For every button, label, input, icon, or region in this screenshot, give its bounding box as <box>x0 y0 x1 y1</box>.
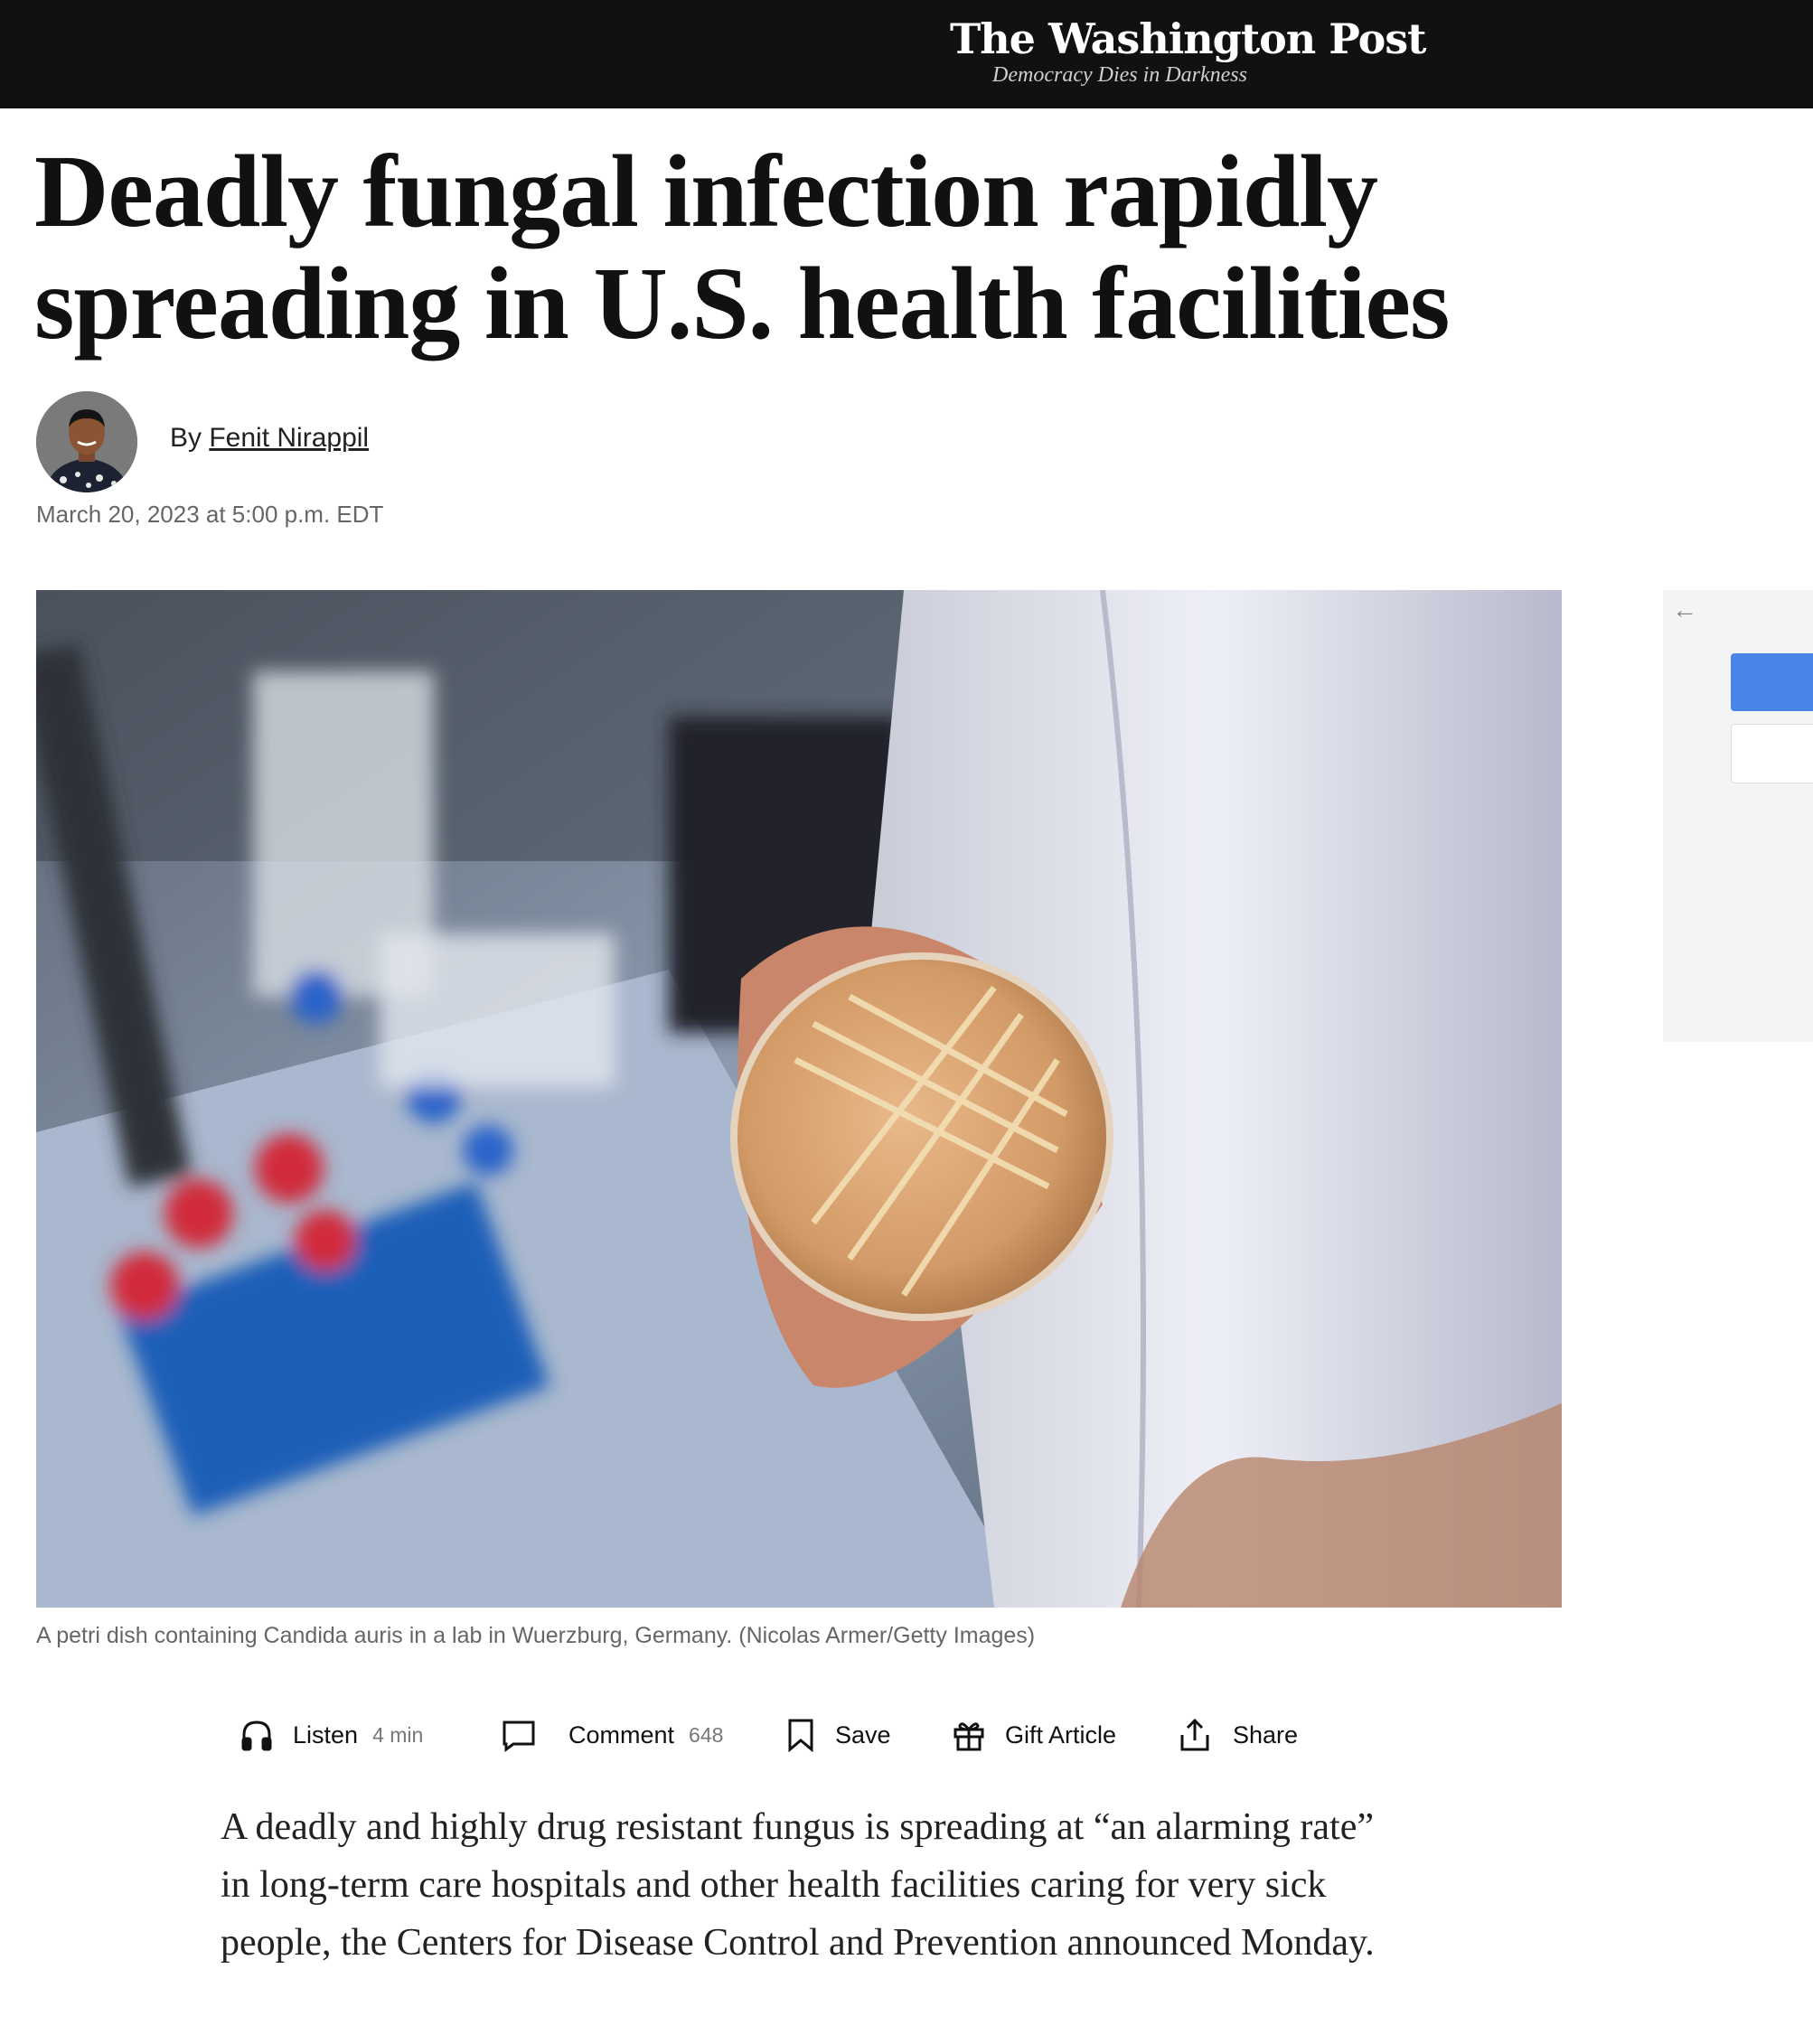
save-label: Save <box>835 1721 891 1749</box>
share-icon <box>1177 1717 1213 1753</box>
comment-icon <box>501 1717 537 1753</box>
bookmark-icon <box>784 1717 817 1753</box>
masthead-tagline: Democracy Dies in Darkness <box>992 63 1247 87</box>
hero-image <box>36 590 1562 1608</box>
side-panel-primary-button[interactable] <box>1731 653 1813 711</box>
listen-label: Listen <box>293 1721 359 1749</box>
side-panel-secondary-button[interactable] <box>1731 724 1813 783</box>
comment-button[interactable]: Comment 648 <box>501 1712 723 1758</box>
comment-count: 648 <box>689 1722 724 1747</box>
headphones-icon <box>239 1717 275 1753</box>
article-headline: Deadly fungal infection rapidly spreadin… <box>34 134 1450 361</box>
masthead[interactable]: The Washington Post Democracy Dies in Da… <box>950 13 1426 87</box>
byline-prefix: By <box>170 423 202 453</box>
gift-article-button[interactable]: Gift Article <box>951 1712 1116 1758</box>
share-button[interactable]: Share <box>1177 1712 1298 1758</box>
image-caption: A petri dish containing Candida auris in… <box>36 1623 1036 1648</box>
author-link[interactable]: Fenit Nirappil <box>209 423 369 453</box>
top-bar: The Washington Post Democracy Dies in Da… <box>0 0 1813 108</box>
comment-label: Comment <box>568 1721 675 1749</box>
listen-button[interactable]: Listen 4 min <box>239 1712 423 1758</box>
washington-post-logo[interactable]: The Washington Post <box>950 13 1426 65</box>
byline: By Fenit Nirappil <box>170 423 369 454</box>
arrow-left-icon[interactable]: ← <box>1672 595 1697 624</box>
gift-article-label: Gift Article <box>1005 1721 1117 1749</box>
share-label: Share <box>1233 1721 1299 1749</box>
side-panel: ← <box>1663 590 1813 1042</box>
article-lead-paragraph: A deadly and highly drug resistant fungu… <box>221 1806 1375 1964</box>
gift-icon <box>951 1717 987 1753</box>
author-avatar[interactable] <box>36 391 137 492</box>
publish-date: March 20, 2023 at 5:00 p.m. EDT <box>36 501 384 528</box>
save-button[interactable]: Save <box>784 1712 891 1758</box>
listen-duration: 4 min <box>372 1722 424 1747</box>
